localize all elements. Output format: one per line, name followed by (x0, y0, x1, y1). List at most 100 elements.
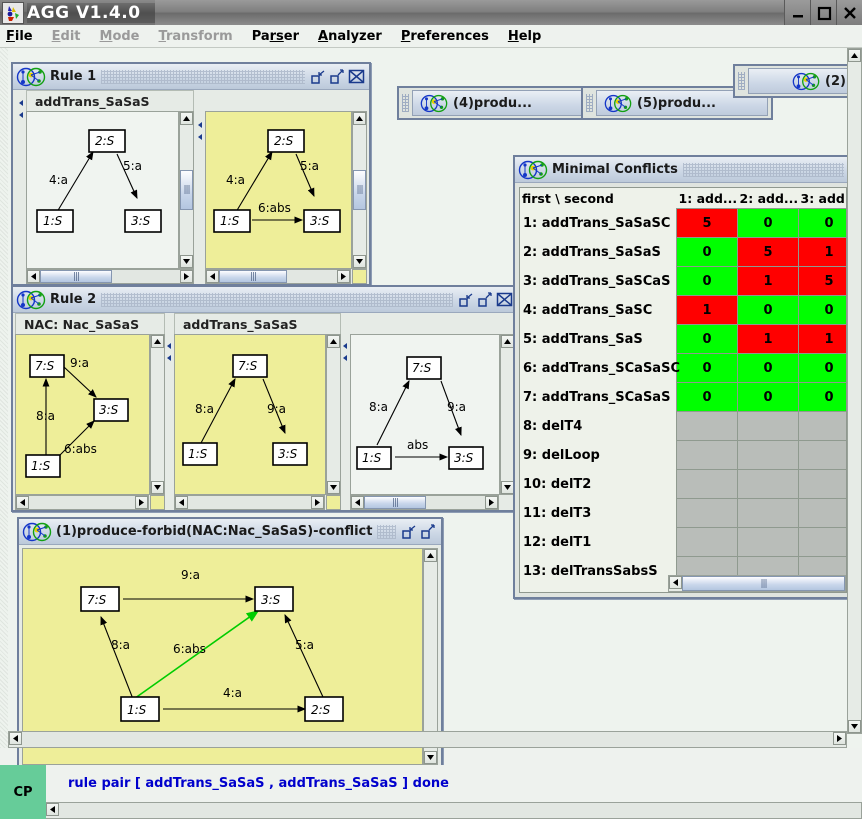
conflict-cell[interactable] (676, 498, 739, 528)
conflict-cell[interactable] (798, 498, 846, 528)
conflict-cell[interactable]: 0 (798, 353, 846, 383)
minimal-conflicts-window[interactable]: Minimal Conflicts first \ second 1: add.… (513, 155, 853, 599)
conflict-cell[interactable] (676, 527, 739, 557)
conflict-cell[interactable]: 0 (798, 208, 846, 238)
rule2-title-bar[interactable]: Rule 2 (13, 287, 517, 313)
menu-preferences[interactable]: Preferences (401, 29, 489, 44)
column-header-2[interactable]: 2: add... (737, 188, 799, 209)
rule1-lhs-canvas[interactable]: 4:a 5:a 2:S 1:S 3:S (26, 111, 179, 269)
conflict-title-bar[interactable]: (1)produce-forbid(NAC:Nac_SaSaS)-conflic… (19, 519, 441, 545)
rule2-lhs-vscroll[interactable] (326, 334, 341, 495)
conflict-cell[interactable] (737, 498, 799, 528)
menu-parser[interactable]: Parser (252, 29, 299, 44)
rule2-splitter-2[interactable] (341, 313, 349, 510)
conflict-cell[interactable]: 1 (676, 295, 739, 325)
close-internal-icon[interactable] (348, 68, 365, 85)
rule2-splitter-1[interactable] (165, 313, 173, 510)
rule2-lhs-hscroll[interactable] (174, 495, 325, 510)
conflict-cell[interactable]: 0 (676, 266, 739, 296)
conflict-cell[interactable] (676, 469, 739, 499)
minimize-icon[interactable] (784, 0, 810, 25)
maximize-internal-icon[interactable] (477, 291, 494, 308)
conflict-cell[interactable]: 1 (737, 266, 799, 296)
minimal-conflicts-scrollarea[interactable]: first \ second 1: add... 2: add... 3: ad… (520, 188, 846, 575)
close-internal-icon[interactable] (496, 291, 513, 308)
conflict-cell[interactable] (676, 440, 739, 470)
rule2-nac-vscroll[interactable] (150, 334, 165, 495)
conflict-cell[interactable] (798, 556, 846, 575)
rule1-window[interactable]: Rule 1 addTrans_SaSaS 4:a 5:a 2:S 1:S 3:… (11, 62, 371, 286)
table-row[interactable]: 2: addTrans_SaSaS 0 5 1 (520, 237, 846, 267)
column-header-3[interactable]: 3: add... (798, 188, 846, 209)
iconified-2-button[interactable]: (2) (748, 68, 862, 94)
table-row[interactable]: 9: delLoop (520, 440, 846, 470)
restore-icon[interactable] (310, 68, 327, 85)
minimal-conflicts-title-bar[interactable]: Minimal Conflicts (515, 157, 851, 183)
table-row[interactable]: 4: addTrans_SaSC 1 0 0 (520, 295, 846, 325)
rule2-window[interactable]: Rule 2 NAC: Nac_SaSaS 9:a 8:a 6:abs 7:S … (11, 285, 519, 512)
conflict-cell[interactable] (798, 469, 846, 499)
table-row[interactable]: 6: addTrans_SCaSaSC 0 0 0 (520, 353, 846, 383)
restore-icon[interactable] (458, 291, 475, 308)
conflict-cell[interactable]: 1 (737, 324, 799, 354)
rule2-nac-hscroll[interactable] (15, 495, 149, 510)
conflict-cell[interactable]: 0 (676, 353, 739, 383)
maximize-icon[interactable] (810, 0, 836, 25)
iconified-window-2[interactable]: (2) (733, 64, 862, 98)
conflict-cell[interactable] (737, 469, 799, 499)
rule1-rhs-hscroll[interactable]: ||| (205, 269, 351, 284)
conflict-cell[interactable]: 0 (798, 295, 846, 325)
table-row[interactable]: 12: delT1 (520, 527, 846, 557)
menu-file[interactable]: File (6, 29, 33, 44)
conflict-cell[interactable]: 5 (737, 237, 799, 267)
status-hscroll[interactable] (46, 802, 862, 819)
conflict-cell[interactable]: 0 (676, 324, 739, 354)
rule1-lhs-hscroll[interactable]: ||| (26, 269, 194, 284)
maximize-internal-icon[interactable] (420, 523, 437, 540)
minimal-conflicts-hscroll[interactable]: ||| (668, 575, 846, 592)
table-row[interactable]: 7: addTrans_SCaSaS 0 0 0 (520, 382, 846, 412)
column-header-1[interactable]: 1: add... (676, 188, 738, 209)
conflict-cell[interactable]: 0 (798, 382, 846, 412)
conflict-cell[interactable] (676, 556, 739, 575)
conflict-cell[interactable] (676, 411, 739, 441)
conflict-cell[interactable] (798, 411, 846, 441)
conflict-cell[interactable]: 5 (798, 266, 846, 296)
restore-icon[interactable] (401, 523, 418, 540)
conflict-cell[interactable] (737, 556, 799, 575)
iconified-window-4[interactable]: (4)produ... (397, 86, 589, 120)
rule2-rhs-canvas[interactable]: 8:a 9:a abs 7:S 1:S 3:S (350, 334, 500, 495)
conflict-cell[interactable]: 0 (737, 382, 799, 412)
conflict-cell[interactable] (737, 440, 799, 470)
rule1-rhs-canvas[interactable]: 4:a 5:a 6:abs 2:S 1:S 3:S (205, 111, 352, 269)
rule2-lhs-canvas[interactable]: 8:a 9:a 7:S 1:S 3:S (174, 334, 326, 495)
conflict-cell[interactable]: 1 (798, 324, 846, 354)
menu-analyzer[interactable]: Analyzer (318, 29, 382, 44)
table-row[interactable]: 11: delT3 (520, 498, 846, 528)
conflict-cell[interactable]: 1 (798, 237, 846, 267)
rule1-splitter-left[interactable] (17, 90, 25, 284)
conflict-cell[interactable]: 0 (737, 295, 799, 325)
rule1-lhs-vscroll[interactable]: ||| (179, 111, 194, 269)
table-row[interactable]: 1: addTrans_SaSaSC 5 0 0 (520, 208, 846, 238)
desktop-vscroll[interactable] (847, 48, 862, 734)
iconified-4-button[interactable]: (4)produ... (412, 90, 584, 116)
conflict-cell[interactable] (737, 411, 799, 441)
conflict-cell[interactable]: 0 (676, 237, 739, 267)
conflict-cell[interactable] (798, 527, 846, 557)
conflict-cell[interactable]: 0 (737, 208, 799, 238)
rule2-rhs-hscroll[interactable]: ||| (350, 495, 499, 510)
conflict-cell[interactable] (737, 527, 799, 557)
conflict-cell[interactable]: 5 (676, 208, 739, 238)
rule2-nac-canvas[interactable]: 9:a 8:a 6:abs 7:S 3:S 1:S (15, 334, 150, 495)
maximize-internal-icon[interactable] (329, 68, 346, 85)
rule1-rhs-vscroll[interactable]: ||| (352, 111, 367, 269)
rule1-splitter-mid[interactable] (196, 90, 204, 284)
table-row[interactable]: 8: delT4 (520, 411, 846, 441)
table-row[interactable]: 3: addTrans_SaSCaS 0 1 5 (520, 266, 846, 296)
menu-help[interactable]: Help (508, 29, 541, 44)
table-row[interactable]: 10: delT2 (520, 469, 846, 499)
table-row[interactable]: 13: delTransSabsS (520, 556, 846, 575)
conflict-cell[interactable]: 0 (737, 353, 799, 383)
conflict-cell[interactable]: 0 (676, 382, 739, 412)
